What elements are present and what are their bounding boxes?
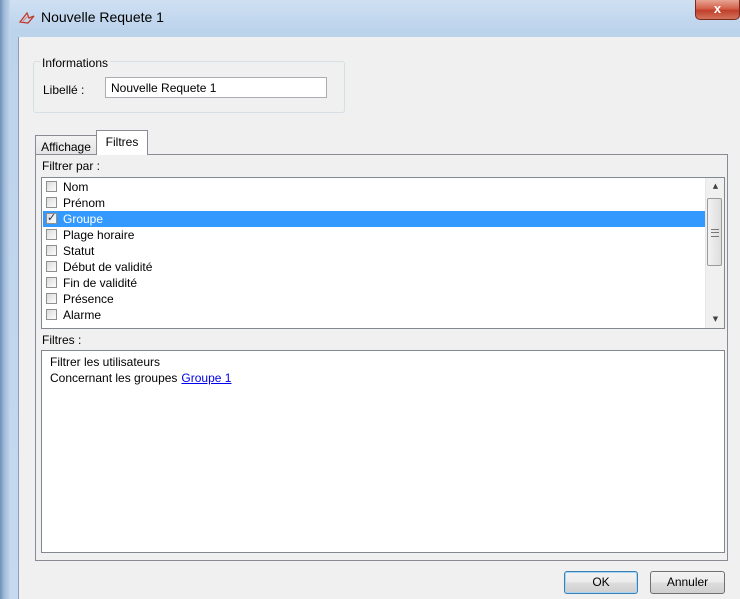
list-item-label: Groupe <box>63 212 104 226</box>
checkbox[interactable] <box>46 277 57 288</box>
scroll-up-arrow-icon[interactable]: ▲ <box>706 178 724 195</box>
cancel-button[interactable]: Annuler <box>650 571 725 594</box>
checkbox[interactable] <box>46 261 57 272</box>
checkbox[interactable] <box>46 210 57 226</box>
list-item[interactable]: Statut <box>43 243 706 259</box>
list-item[interactable]: Alarme <box>43 307 706 323</box>
libelle-label: Libellé : <box>43 83 85 97</box>
grip-icon <box>711 229 719 237</box>
filter-by-list[interactable]: Nom Prénom Groupe Plage horaire Statut Début … <box>41 177 725 329</box>
filtrer-par-label: Filtrer par : <box>42 159 101 173</box>
tab-affichage[interactable]: Affichage <box>35 135 97 155</box>
list-item-label: Plage horaire <box>63 228 135 242</box>
list-item-label: Début de validité <box>63 260 153 274</box>
window-border <box>0 0 10 599</box>
close-icon: x <box>713 1 722 16</box>
app-icon <box>18 10 35 26</box>
close-button[interactable]: x <box>695 0 740 20</box>
list-item-label: Nom <box>63 180 89 194</box>
libelle-input[interactable]: Nouvelle Requete 1 <box>105 77 327 98</box>
tab-label: Filtres <box>105 135 139 149</box>
list-item[interactable]: Groupe <box>43 210 706 227</box>
informations-legend: Informations <box>40 56 111 70</box>
scroll-down-arrow-icon[interactable]: ▼ <box>706 311 724 328</box>
filter-groups-prefix: Concernant les groupes <box>50 371 178 385</box>
filter-groups-line: Concernant les groupes Groupe 1 <box>50 371 231 385</box>
dialog-client-area: Informations Libellé : Nouvelle Requete … <box>18 37 740 599</box>
list-item[interactable]: Début de validité <box>43 259 706 275</box>
checkbox[interactable] <box>46 197 57 208</box>
checkbox[interactable] <box>46 229 57 240</box>
ok-button[interactable]: OK <box>564 571 638 594</box>
checkbox[interactable] <box>46 309 57 320</box>
list-item-label: Prénom <box>63 196 106 210</box>
list-item-label: Présence <box>63 292 114 306</box>
list-item[interactable]: Fin de validité <box>43 275 706 291</box>
tab-filtres[interactable]: Filtres <box>96 130 148 155</box>
tab-label: Affichage <box>41 140 91 154</box>
list-item[interactable]: Prénom <box>43 195 706 211</box>
list-item-label: Fin de validité <box>63 276 138 290</box>
list-item[interactable]: Nom <box>43 179 706 195</box>
title-bar[interactable]: Nouvelle Requete 1 x <box>10 0 740 36</box>
list-item[interactable]: Présence <box>43 291 706 307</box>
filtres-label: Filtres : <box>42 333 82 347</box>
window-title: Nouvelle Requete 1 <box>41 9 164 25</box>
group-link[interactable]: Groupe 1 <box>181 371 231 385</box>
checkbox[interactable] <box>46 245 57 256</box>
checkbox[interactable] <box>46 181 57 192</box>
filter-summary-line: Filtrer les utilisateurs <box>50 355 161 369</box>
list-item-label: Statut <box>63 244 95 258</box>
checkbox[interactable] <box>46 293 57 304</box>
list-item-label: Alarme <box>63 308 102 322</box>
list-scrollbar[interactable]: ▲ ▼ <box>705 178 724 328</box>
dialog-window: Nouvelle Requete 1 x Informations Libell… <box>0 0 740 599</box>
scroll-thumb[interactable] <box>707 198 722 266</box>
filters-summary-box: Filtrer les utilisateurs Concernant les … <box>41 350 725 553</box>
list-item[interactable]: Plage horaire <box>43 227 706 243</box>
